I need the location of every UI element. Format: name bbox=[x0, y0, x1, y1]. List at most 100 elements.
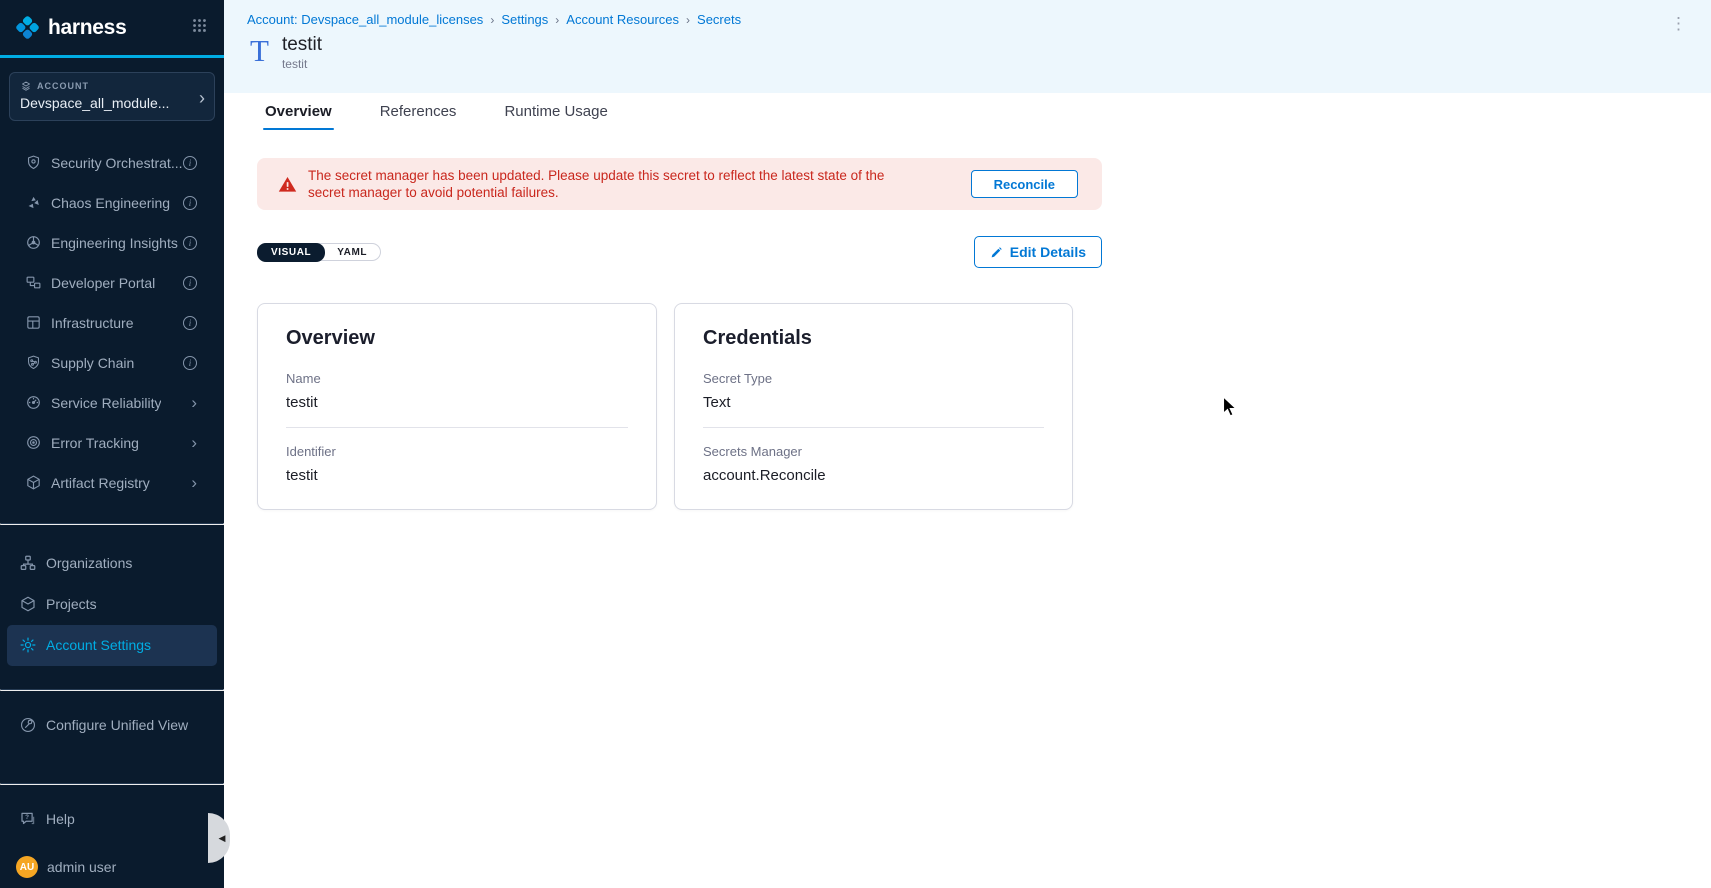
page-title: testit bbox=[282, 34, 322, 55]
shield-icon bbox=[25, 154, 42, 171]
overview-card: Overview Name testit Identifier testit bbox=[257, 303, 657, 510]
detail-cards: Overview Name testit Identifier testit C… bbox=[257, 303, 1711, 510]
field-label: Secrets Manager bbox=[703, 444, 1044, 459]
info-icon[interactable]: i bbox=[183, 316, 197, 330]
info-icon[interactable]: i bbox=[183, 236, 197, 250]
sidebar-item-projects[interactable]: Projects bbox=[0, 584, 224, 625]
info-icon[interactable]: i bbox=[183, 196, 197, 210]
secret-type-glyph: T bbox=[250, 34, 269, 67]
collapse-arrow-icon: ◀ bbox=[219, 833, 226, 844]
sidebar-item-user[interactable]: AU admin user bbox=[0, 847, 224, 888]
harness-logo[interactable]: harness bbox=[14, 14, 126, 41]
app-grid-icon[interactable] bbox=[191, 17, 208, 39]
tab-runtime-usage[interactable]: Runtime Usage bbox=[480, 93, 631, 130]
field-identifier: Identifier testit bbox=[286, 444, 628, 484]
sidebar-item-label: Projects bbox=[46, 596, 97, 612]
sidebar-item-organizations[interactable]: Organizations bbox=[0, 543, 224, 584]
sidebar-divider bbox=[0, 783, 224, 785]
sidebar-item-service-reliability[interactable]: Service Reliability › bbox=[0, 383, 224, 423]
content-area: The secret manager has been updated. Ple… bbox=[224, 130, 1711, 888]
breadcrumb-link-account-resources[interactable]: Account Resources bbox=[566, 12, 679, 27]
sidebar-item-label: Error Tracking bbox=[51, 435, 139, 451]
sidebar-item-artifact-registry[interactable]: Artifact Registry › bbox=[0, 463, 224, 503]
field-value: account.Reconcile bbox=[703, 467, 1044, 484]
sidebar-item-configure-unified-view[interactable]: Configure Unified View bbox=[0, 705, 224, 746]
breadcrumb-link-secrets[interactable]: Secrets bbox=[697, 12, 741, 27]
chevron-right-icon: › bbox=[199, 89, 205, 107]
sidebar-item-supply-chain[interactable]: Supply Chain i bbox=[0, 343, 224, 383]
field-secret-type: Secret Type Text bbox=[703, 371, 1044, 411]
insights-icon bbox=[25, 234, 42, 251]
brand-name: harness bbox=[48, 16, 126, 40]
sidebar-item-chaos-engineering[interactable]: Chaos Engineering i bbox=[0, 183, 224, 223]
sidebar-item-label: Infrastructure bbox=[51, 315, 133, 331]
chevron-right-icon: › bbox=[191, 436, 197, 450]
breadcrumb-separator-icon: › bbox=[490, 13, 494, 27]
chaos-icon bbox=[25, 194, 42, 211]
sidebar-item-label: Service Reliability bbox=[51, 395, 161, 411]
sidebar-item-developer-portal[interactable]: Developer Portal i bbox=[0, 263, 224, 303]
credentials-card: Credentials Secret Type Text Secrets Man… bbox=[674, 303, 1073, 510]
sidebar-item-label: Artifact Registry bbox=[51, 475, 150, 491]
sidebar-item-label: Configure Unified View bbox=[46, 717, 188, 733]
general-nav: Organizations Projects Account Settings bbox=[0, 543, 224, 666]
sidebar-item-label: Supply Chain bbox=[51, 355, 134, 371]
sidebar-item-engineering-insights[interactable]: Engineering Insights i bbox=[0, 223, 224, 263]
field-label: Identifier bbox=[286, 444, 628, 459]
accent-divider bbox=[0, 55, 224, 58]
configure-wrench-icon bbox=[19, 716, 37, 734]
card-divider bbox=[286, 427, 628, 428]
cube-icon bbox=[19, 595, 37, 613]
account-layers-icon bbox=[20, 80, 32, 92]
field-name: Name testit bbox=[286, 371, 628, 411]
sidebar-item-label: Account Settings bbox=[46, 637, 151, 653]
module-nav: Security Orchestrat... i Chaos Engineeri… bbox=[0, 143, 224, 503]
breadcrumb-link-settings[interactable]: Settings bbox=[501, 12, 548, 27]
infrastructure-icon bbox=[25, 314, 42, 331]
chevron-right-icon: › bbox=[191, 396, 197, 410]
organizations-icon bbox=[19, 554, 37, 572]
account-selector[interactable]: ACCOUNT Devspace_all_module... › bbox=[9, 72, 215, 121]
sidebar-item-error-tracking[interactable]: Error Tracking › bbox=[0, 423, 224, 463]
reconcile-button[interactable]: Reconcile bbox=[971, 170, 1078, 198]
visual-yaml-toggle: VISUAL YAML bbox=[257, 243, 381, 261]
toggle-yaml[interactable]: YAML bbox=[324, 243, 380, 261]
sidebar-item-help[interactable]: ? Help bbox=[0, 798, 224, 839]
tab-references[interactable]: References bbox=[356, 93, 481, 130]
edit-details-button[interactable]: Edit Details bbox=[974, 236, 1102, 268]
sidebar-item-label: Chaos Engineering bbox=[51, 195, 170, 211]
sidebar-item-label: Engineering Insights bbox=[51, 235, 178, 251]
avatar: AU bbox=[16, 856, 38, 878]
reliability-gauge-icon bbox=[25, 394, 42, 411]
sidebar-item-infrastructure[interactable]: Infrastructure i bbox=[0, 303, 224, 343]
sidebar-divider bbox=[0, 689, 224, 691]
sidebar-item-label: Organizations bbox=[46, 555, 132, 571]
tab-overview[interactable]: Overview bbox=[241, 93, 356, 130]
account-name: Devspace_all_module... bbox=[20, 95, 204, 111]
info-icon[interactable]: i bbox=[183, 276, 197, 290]
sidebar-item-label: Help bbox=[46, 811, 75, 827]
sidebar-divider bbox=[0, 523, 224, 525]
sidebar-item-security-orchestration[interactable]: Security Orchestrat... i bbox=[0, 143, 224, 183]
info-icon[interactable]: i bbox=[183, 356, 197, 370]
field-label: Name bbox=[286, 371, 628, 386]
sidebar-item-label: Security Orchestrat... bbox=[51, 155, 182, 171]
account-label: ACCOUNT bbox=[37, 81, 89, 91]
field-secrets-manager: Secrets Manager account.Reconcile bbox=[703, 444, 1044, 484]
sidebar: harness ACCOUNT Devspace_all_module... › bbox=[0, 0, 224, 888]
card-title: Overview bbox=[286, 327, 628, 350]
main-area: Account: Devspace_all_module_licenses › … bbox=[224, 0, 1711, 888]
info-icon[interactable]: i bbox=[183, 156, 197, 170]
svg-text:?: ? bbox=[25, 814, 29, 821]
chevron-right-icon: › bbox=[191, 476, 197, 490]
breadcrumb-separator-icon: › bbox=[555, 13, 559, 27]
toggle-visual[interactable]: VISUAL bbox=[257, 243, 325, 262]
sidebar-item-account-settings[interactable]: Account Settings bbox=[7, 625, 217, 666]
warning-banner: The secret manager has been updated. Ple… bbox=[257, 158, 1102, 210]
kebab-menu-icon[interactable]: ⋮ bbox=[1664, 12, 1693, 36]
breadcrumb-link-account[interactable]: Account: Devspace_all_module_licenses bbox=[247, 12, 483, 27]
warning-triangle-icon bbox=[278, 175, 297, 194]
warning-message: The secret manager has been updated. Ple… bbox=[308, 167, 908, 201]
toolbar-row: VISUAL YAML Edit Details bbox=[257, 236, 1102, 268]
field-label: Secret Type bbox=[703, 371, 1044, 386]
